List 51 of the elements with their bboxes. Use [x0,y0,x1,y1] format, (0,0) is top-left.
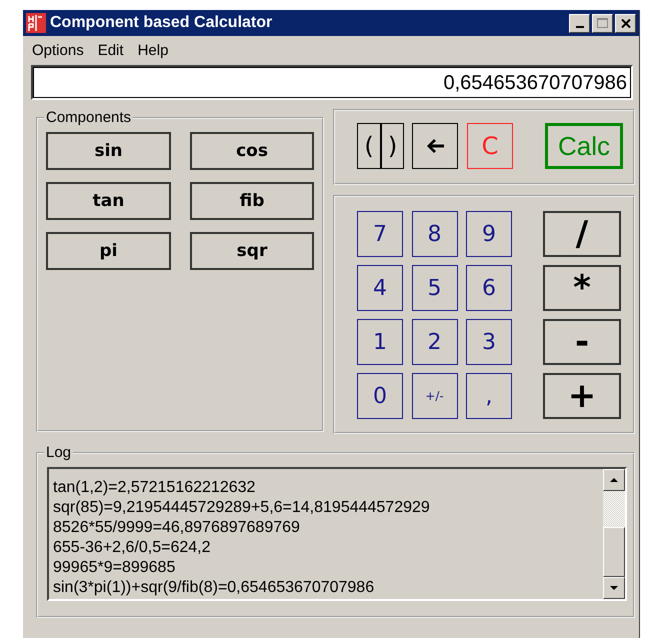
bracket-button[interactable]: ) [380,123,404,169]
log-line: sin(3*pi(1))+sqr(9/fib(8)=0,654653670707986 [53,578,376,598]
minimize-icon [576,26,584,28]
app-icon [26,13,46,33]
scroll-thumb[interactable] [603,527,625,577]
log-line: 8526*55/9999=46,8976897689769 [53,518,301,538]
key-button[interactable]: 3 [466,319,512,365]
key-button[interactable]: 4 [357,265,403,311]
log-line: 99965*9=899685 [53,558,176,578]
key-button[interactable]: 1 [357,319,403,365]
log-line: tan(1,2)=2,57215162212632 [53,478,256,498]
window-title: Component based Calculator [50,14,274,32]
display-field[interactable]: 0,654653670707986 [31,65,633,100]
maximize-button[interactable] [592,14,613,32]
key-button[interactable]: , [466,373,512,419]
key-button[interactable]: 0 [357,373,403,419]
function-button[interactable]: sin [46,132,171,170]
key-button[interactable]: 9 [466,211,512,257]
key-button[interactable]: 8 [412,211,458,257]
backspace-button[interactable] [412,123,458,169]
log-line: 655-36+2,6/0,5=624,2 [53,538,212,558]
left-arrow-icon [425,138,445,154]
menu-item[interactable]: Edit [92,42,129,59]
operator-button[interactable]: - [543,319,621,365]
operator-button[interactable]: / [543,211,621,257]
operator-button[interactable]: + [543,373,621,419]
group-label: Log [45,444,72,461]
close-icon [620,18,630,28]
scroll-down-button[interactable] [603,577,625,599]
down-arrow-icon [610,586,618,590]
up-arrow-icon [610,478,618,482]
menu-item[interactable]: Help [132,42,174,59]
menu-item[interactable]: Options [27,42,89,59]
maximize-icon [597,18,608,28]
minimize-button[interactable] [569,14,590,32]
function-button[interactable]: tan [46,182,171,220]
bracket-button[interactable]: ( [357,123,381,169]
key-button[interactable]: 7 [357,211,403,257]
operator-button[interactable]: * [543,265,621,311]
group-label: Components [45,109,132,126]
function-button[interactable]: cos [190,132,314,170]
close-button[interactable] [615,14,636,32]
key-button[interactable]: 2 [412,319,458,365]
key-button[interactable]: 5 [412,265,458,311]
function-button[interactable]: pi [46,232,171,270]
scroll-up-button[interactable] [603,469,625,491]
function-button[interactable]: sqr [190,232,314,270]
key-button[interactable]: 6 [466,265,512,311]
function-button[interactable]: fib [190,182,314,220]
log-line: sqr(85)=9,21954445729289+5,6=14,8195444572929 [53,498,431,518]
key-button[interactable]: +/- [412,373,458,419]
